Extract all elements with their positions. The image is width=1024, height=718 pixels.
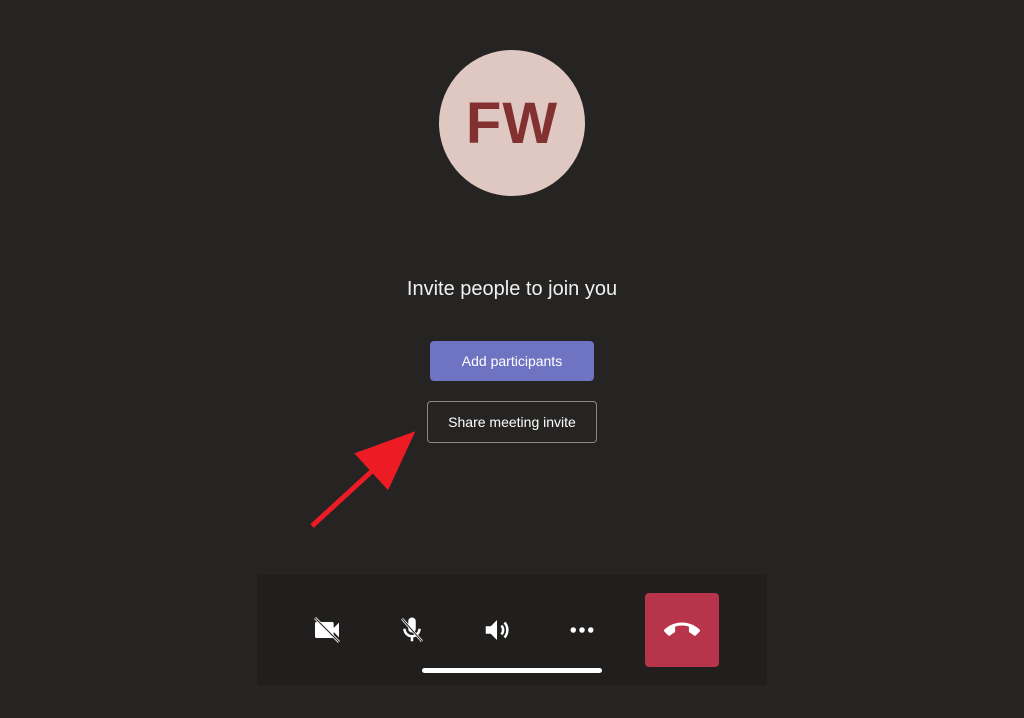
meeting-lobby: FW Invite people to join you Add partici… bbox=[0, 0, 1024, 463]
hangup-button[interactable] bbox=[645, 593, 719, 667]
call-controls-toolbar bbox=[257, 575, 767, 685]
mic-toggle-button[interactable] bbox=[390, 608, 434, 652]
avatar-initials: FW bbox=[466, 90, 558, 157]
share-meeting-invite-button[interactable]: Share meeting invite bbox=[427, 401, 597, 443]
invite-heading: Invite people to join you bbox=[407, 278, 617, 301]
more-options-button[interactable] bbox=[560, 608, 604, 652]
speaker-button[interactable] bbox=[475, 608, 519, 652]
speaker-icon bbox=[482, 615, 512, 645]
mic-off-icon bbox=[397, 615, 427, 645]
add-participants-button[interactable]: Add participants bbox=[430, 341, 594, 381]
home-indicator[interactable] bbox=[422, 668, 602, 673]
hangup-icon bbox=[664, 612, 700, 648]
camera-off-icon bbox=[311, 614, 343, 646]
avatar: FW bbox=[439, 50, 585, 196]
camera-toggle-button[interactable] bbox=[305, 608, 349, 652]
more-options-icon bbox=[567, 615, 597, 645]
